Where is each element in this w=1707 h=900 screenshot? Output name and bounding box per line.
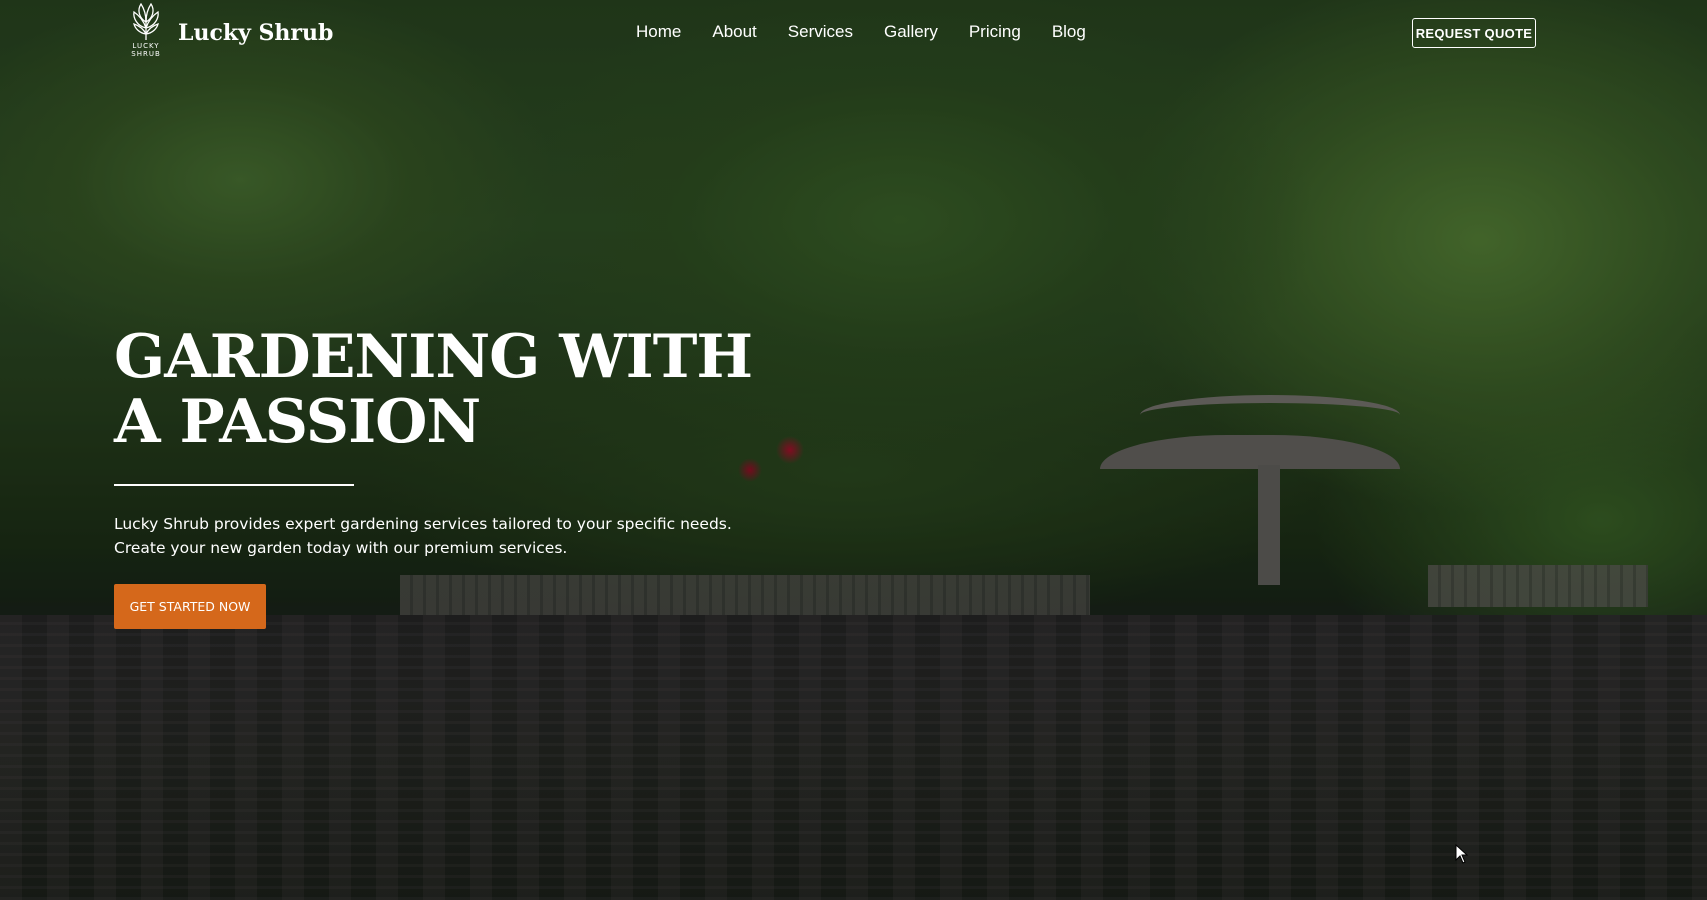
nav-services[interactable]: Services [788,22,853,42]
hero-description-line-2: Create your new garden today with our pr… [114,539,568,557]
nav-blog[interactable]: Blog [1052,22,1086,42]
page: LUCKY SHRUB Lucky Shrub Home About Servi… [0,0,1707,900]
site-header: LUCKY SHRUB Lucky Shrub Home About Servi… [0,0,1707,70]
plant-icon: LUCKY SHRUB [126,2,166,68]
hero-title: GARDENING WITH A PASSION [114,325,814,455]
hero-divider [114,484,354,486]
main-nav: Home About Services Gallery Pricing Blog [636,22,1117,42]
request-quote-button[interactable]: REQUEST QUOTE [1412,18,1536,48]
hero-title-line-1: GARDENING WITH [114,322,753,392]
get-started-button[interactable]: GET STARTED NOW [114,584,266,629]
brand-name: Lucky Shrub [178,20,334,46]
hero-title-line-2: A PASSION [114,387,481,457]
hero-description: Lucky Shrub provides expert gardening se… [114,512,814,560]
hero-description-line-1: Lucky Shrub provides expert gardening se… [114,515,732,533]
nav-home[interactable]: Home [636,22,681,42]
nav-about[interactable]: About [712,22,756,42]
brand-logo[interactable]: LUCKY SHRUB Lucky Shrub [126,2,333,68]
mouse-pointer-icon [1455,843,1469,869]
nav-pricing[interactable]: Pricing [969,22,1021,42]
logo-mark-text: LUCKY SHRUB [131,42,161,58]
nav-gallery[interactable]: Gallery [884,22,938,42]
